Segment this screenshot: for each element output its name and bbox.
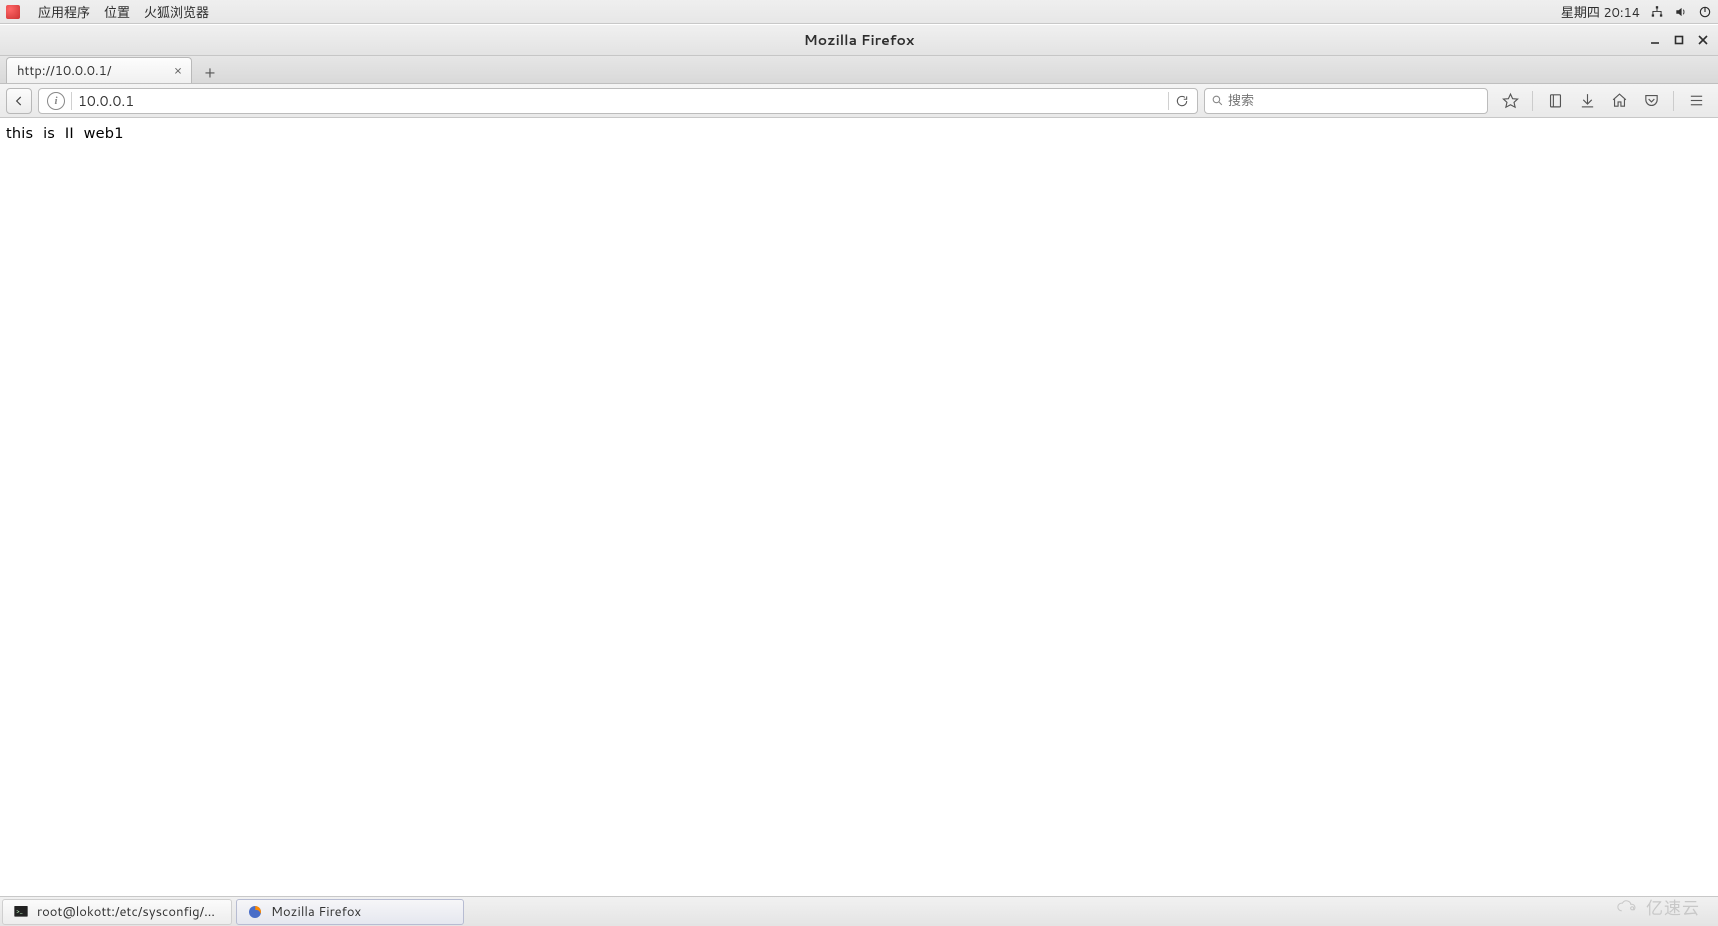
activities-icon <box>6 5 20 19</box>
search-icon <box>1211 94 1224 107</box>
gnome-taskbar: >_ root@lokott:/etc/sysconfig/networ… Mo… <box>0 896 1718 926</box>
home-button[interactable] <box>1609 91 1629 111</box>
urlbar-separator <box>1168 92 1169 110</box>
hamburger-menu-button[interactable] <box>1686 91 1706 111</box>
pocket-button[interactable] <box>1641 91 1661 111</box>
search-bar[interactable] <box>1204 88 1488 114</box>
bookmark-star-button[interactable] <box>1500 91 1520 111</box>
window-minimize-button[interactable] <box>1644 29 1666 51</box>
url-bar[interactable]: i <box>38 88 1198 114</box>
page-body-text: this is II web1 <box>6 126 124 142</box>
downloads-button[interactable] <box>1577 91 1597 111</box>
menu-places[interactable]: 位置 <box>104 2 130 22</box>
svg-text:>_: >_ <box>16 906 23 915</box>
toolbar-separator <box>1532 91 1533 111</box>
identity-info-icon[interactable]: i <box>47 92 65 110</box>
browser-nav-toolbar: i <box>0 84 1718 118</box>
url-input[interactable] <box>74 91 1166 111</box>
tab-label: http://10.0.0.1/ <box>17 62 111 80</box>
window-titlebar: Mozilla Firefox <box>0 24 1718 56</box>
window-close-button[interactable] <box>1692 29 1714 51</box>
browser-tab[interactable]: http://10.0.0.1/ × <box>6 57 192 83</box>
tab-close-button[interactable]: × <box>171 64 185 78</box>
taskbar-item-label: Mozilla Firefox <box>271 903 361 921</box>
taskbar-item-firefox[interactable]: Mozilla Firefox <box>236 899 464 925</box>
watermark: 亿速云 <box>1614 894 1700 920</box>
back-button[interactable] <box>6 88 32 114</box>
taskbar-item-label: root@lokott:/etc/sysconfig/networ… <box>37 903 221 921</box>
window-title: Mozilla Firefox <box>804 30 915 50</box>
search-input[interactable] <box>1228 92 1481 110</box>
library-button[interactable] <box>1545 91 1565 111</box>
window-maximize-button[interactable] <box>1668 29 1690 51</box>
cloud-icon <box>1614 897 1640 917</box>
terminal-icon: >_ <box>13 904 29 920</box>
new-tab-button[interactable]: + <box>198 61 222 83</box>
browser-tab-strip: http://10.0.0.1/ × + <box>0 56 1718 84</box>
toolbar-separator <box>1673 91 1674 111</box>
reload-button[interactable] <box>1171 90 1193 112</box>
page-content-area: this is II web1 <box>0 118 1718 896</box>
power-icon[interactable] <box>1698 5 1712 19</box>
watermark-text: 亿速云 <box>1646 894 1700 920</box>
volume-icon[interactable] <box>1674 5 1688 19</box>
panel-datetime[interactable]: 星期四 20:14 <box>1561 2 1640 22</box>
urlbar-separator <box>71 92 72 110</box>
menu-applications[interactable]: 应用程序 <box>38 2 90 22</box>
network-icon[interactable] <box>1650 5 1664 19</box>
menu-browser[interactable]: 火狐浏览器 <box>144 2 209 22</box>
firefox-icon <box>247 904 263 920</box>
gnome-top-panel: 应用程序 位置 火狐浏览器 星期四 20:14 <box>0 0 1718 24</box>
taskbar-item-terminal[interactable]: >_ root@lokott:/etc/sysconfig/networ… <box>2 899 232 925</box>
